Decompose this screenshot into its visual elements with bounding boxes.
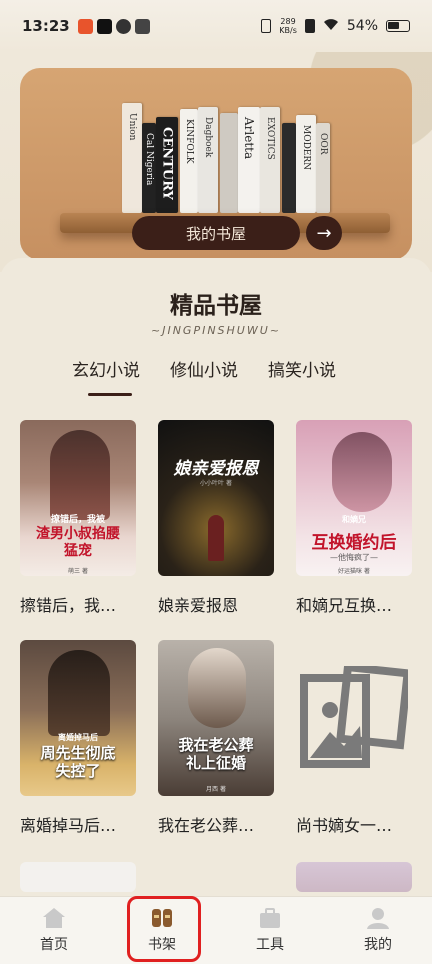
cover-figure [50,430,110,520]
status-right: 289 KB/s 54% [261,17,410,35]
book-spine: Cal Nigeria [142,123,156,213]
book-card[interactable]: 撩错后，我被 渣男小叔掐腰猛宠 萌三 著 擦错后，我… [20,420,136,616]
nav-bookshelf[interactable]: 书架 [108,897,216,964]
my-bookshelf-button[interactable]: 我的书屋 [132,216,300,250]
wifi-icon [323,17,339,35]
book-spine [220,113,238,213]
profile-icon [367,908,389,929]
cover-author: 萌三 著 [68,568,88,575]
book-cover-placeholder [296,640,412,796]
nav-label: 首页 [40,937,68,953]
status-time: 13:23 [22,17,70,35]
tiktok-icon [96,18,112,34]
status-bar: 13:23 289 KB/s 54% [0,0,432,52]
nav-home[interactable]: 首页 [0,897,108,964]
cover-title: 周先生彻底失控了 [40,744,116,780]
book-spine: Dagboek [198,107,218,213]
link-app-icon [115,18,131,34]
book-card[interactable]: 离婚掉马后 周先生彻底失控了 离婚掉马后… [20,640,136,836]
book-title: 和嫡兄互换… [296,596,393,615]
cover-figure [188,648,246,728]
book-spine: KINFOLK [180,109,198,213]
book-title: 离婚掉马后… [20,816,117,835]
net-speed: 289 KB/s [279,17,297,35]
net-speed-unit: KB/s [279,26,297,35]
tab-xuanhuan[interactable]: 玄幻小说 [72,356,140,396]
battery-percent: 54% [346,18,378,34]
bottom-nav: 首页 书架 工具 我的 [0,896,432,964]
vibrate-icon [261,19,272,33]
book-title: 擦错后，我… [20,596,117,615]
cover-figure [208,515,224,561]
nav-label: 工具 [256,937,284,953]
book-card-partial[interactable] [20,862,136,892]
book-cover: 我在老公葬礼上征婚 月西 著 [158,640,274,796]
nav-label: 书架 [148,937,176,953]
cover-subtitle: 离婚掉马后 [58,732,98,742]
cover-tagline: —他悔疯了— [330,553,378,562]
book-spine: CENTURY [156,117,178,213]
cover-subtitle: 和嫡兄 [342,514,366,524]
book-cover: 娘亲爱报恩 小小叶叶 著 [158,420,274,576]
book-spine [282,123,296,213]
sim-icon [304,19,315,33]
book-card[interactable]: 娘亲爱报恩 小小叶叶 著 娘亲爱报恩 [158,420,274,616]
book-spine: Arletta [238,107,260,213]
home-icon [43,908,65,928]
notification-icons [77,18,150,34]
book-title: 娘亲爱报恩 [158,596,239,615]
cover-title: 我在老公葬礼上征婚 [178,736,254,772]
tab-xiuxian[interactable]: 修仙小说 [170,356,238,396]
cover-figure [332,432,392,512]
tab-gaoxiao[interactable]: 搞笑小说 [268,356,336,396]
book-spine: MODERN [296,115,316,213]
cover-author: 月西 著 [206,786,226,793]
cover-title: 互换婚约后 [311,533,397,553]
book-cover [20,862,136,892]
main-section: 精品书屋 ~JINGPINSHUWU~ 玄幻小说 修仙小说 搞笑小说 撩错后，我… [0,258,432,898]
nav-tools[interactable]: 工具 [216,897,324,964]
book-spine: OOR [316,123,330,213]
book-spine: Union [122,103,142,213]
nav-profile[interactable]: 我的 [324,897,432,964]
book-card-partial[interactable] [296,862,412,892]
category-tabs: 玄幻小说 修仙小说 搞笑小说 [72,356,336,396]
section-title: 精品书屋 [170,292,262,319]
cover-author: 好运猫咪 著 [338,568,370,575]
section-subtitle: ~JINGPINSHUWU~ [150,324,281,337]
book-cover: 离婚掉马后 周先生彻底失控了 [20,640,136,796]
calendar-app-icon [134,18,150,34]
battery-icon [386,20,410,32]
cover-title: 渣男小叔掐腰猛宠 [36,526,120,559]
book-title: 我在老公葬… [158,816,255,835]
app-notification-icon [77,18,93,34]
bookshelf-icon [152,909,172,927]
image-placeholder-icon [300,666,408,768]
book-card[interactable]: 和嫡兄 互换婚约后 —他悔疯了— 好运猫咪 著 和嫡兄互换… [296,420,412,616]
book-cover [296,862,412,892]
cover-figure [48,650,110,736]
book-title: 尚书嫡女一… [296,816,393,835]
book-cover: 撩错后，我被 渣男小叔掐腰猛宠 萌三 著 [20,420,136,576]
nav-label: 我的 [364,937,392,953]
book-card[interactable]: 尚书嫡女一… [296,640,412,836]
cover-subtitle: 撩错后，我被 [50,515,105,525]
arrow-right-icon[interactable]: → [306,216,342,250]
cover-author: 小小叶叶 著 [200,480,232,487]
toolbox-icon [260,908,280,928]
cover-title: 娘亲爱报恩 [173,459,259,479]
net-speed-value: 289 [280,17,296,26]
book-cover: 和嫡兄 互换婚约后 —他悔疯了— 好运猫咪 著 [296,420,412,576]
my-bookshelf-banner[interactable]: Union Cal Nigeria CENTURY KINFOLK Dagboe… [20,68,412,260]
book-spine: EXOTICS [260,107,280,213]
book-card[interactable]: 我在老公葬礼上征婚 月西 著 我在老公葬… [158,640,274,836]
